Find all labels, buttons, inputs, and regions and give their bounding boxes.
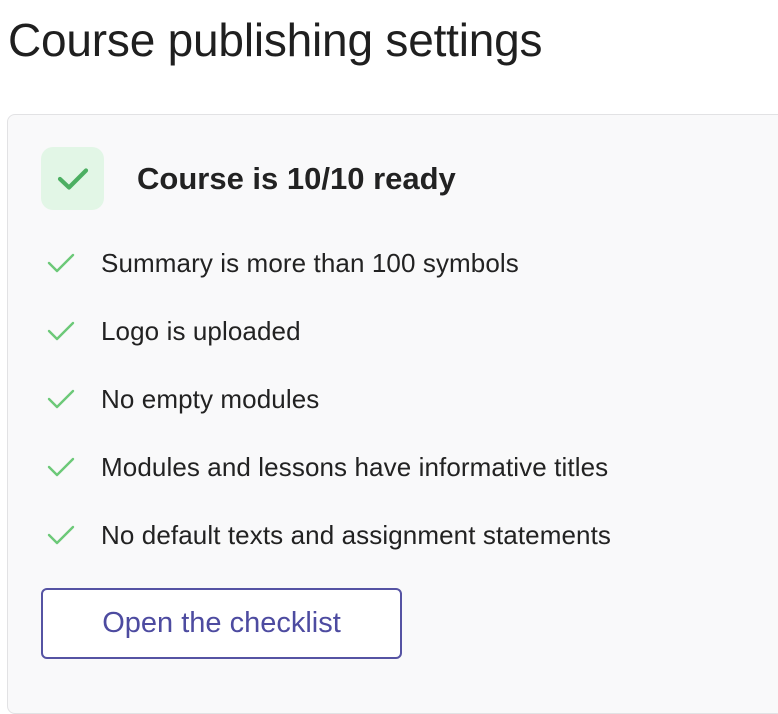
- list-item: Summary is more than 100 symbols: [46, 245, 519, 281]
- checklist-item-label: No empty modules: [101, 383, 320, 414]
- readiness-title: Course is 10/10 ready: [137, 161, 456, 196]
- list-item: No default texts and assignment statemen…: [46, 517, 611, 553]
- page-title: Course publishing settings: [8, 14, 543, 66]
- check-icon: [46, 248, 76, 278]
- check-icon: [46, 384, 76, 414]
- check-icon: [57, 167, 88, 190]
- list-item: Logo is uploaded: [46, 313, 301, 349]
- check-icon: [46, 520, 76, 550]
- check-icon: [46, 452, 76, 482]
- checklist-item-label: Modules and lessons have informative tit…: [101, 451, 609, 482]
- check-icon: [46, 316, 76, 346]
- list-item: Modules and lessons have informative tit…: [46, 449, 608, 485]
- publishing-readiness-card: Course is 10/10 ready Summary is more th…: [7, 114, 778, 714]
- readiness-status-badge: [41, 147, 104, 210]
- list-item: No empty modules: [46, 381, 319, 417]
- checklist-item-label: No default texts and assignment statemen…: [101, 519, 612, 550]
- checklist-item-label: Summary is more than 100 symbols: [101, 247, 519, 278]
- open-checklist-button[interactable]: Open the checklist: [41, 588, 402, 659]
- checklist-item-label: Logo is uploaded: [101, 315, 301, 346]
